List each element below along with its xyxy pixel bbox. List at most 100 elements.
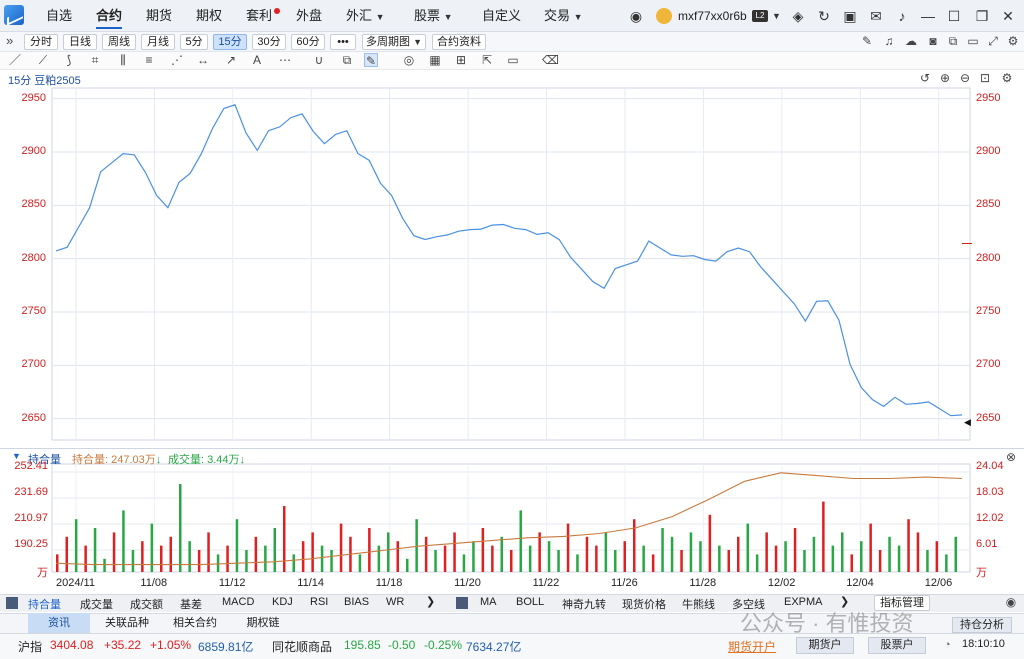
channel-tool-icon[interactable]: ⫼ xyxy=(116,53,130,67)
menu-qiquan[interactable]: 期权 xyxy=(196,0,222,32)
indicator-tab[interactable]: 持合量 xyxy=(28,596,61,612)
overlay-tab[interactable]: MA xyxy=(480,596,497,608)
period-button-2[interactable]: 周线 xyxy=(102,34,136,50)
menu-heyue[interactable]: 合约 xyxy=(96,0,123,32)
menu-jiaoyi[interactable]: 交易 ▼ xyxy=(544,0,583,32)
expand-icon[interactable]: » xyxy=(6,33,13,48)
period-button-4[interactable]: 5分 xyxy=(180,34,208,50)
period-button-1[interactable]: 日线 xyxy=(63,34,97,50)
volume-bar xyxy=(415,519,418,572)
settings-icon[interactable]: ⚙ xyxy=(1006,34,1020,48)
contract-info-button[interactable]: 合约资料 xyxy=(432,34,486,50)
menu-waihui[interactable]: 外汇 ▼ xyxy=(346,0,385,32)
overlay-tab[interactable]: BOLL xyxy=(516,596,544,608)
zoom-in-icon[interactable]: ⊕ xyxy=(938,71,952,85)
indicator-tab[interactable]: RSI xyxy=(310,596,328,608)
menu-qihuo[interactable]: 期货 xyxy=(146,0,172,32)
copy-icon[interactable]: ⧉ xyxy=(946,34,960,48)
footer-tab[interactable]: 相关合约 xyxy=(164,613,226,633)
chart-settings-icon[interactable]: ⚙ xyxy=(1000,71,1014,85)
account-name[interactable]: mxf77xx0r6b xyxy=(678,0,747,32)
fullscreen-icon[interactable]: ⤢ xyxy=(986,34,1000,48)
indicator-tab[interactable]: MACD xyxy=(222,596,254,608)
period-button-6[interactable]: 30分 xyxy=(252,34,286,50)
panel-close-icon[interactable]: ⊗ xyxy=(1004,450,1018,464)
period-button-7[interactable]: 60分 xyxy=(291,34,325,50)
polyline-tool-icon[interactable]: ⟆ xyxy=(62,53,76,67)
footer-tab[interactable]: 关联品种 xyxy=(96,613,158,633)
chevron-down-icon[interactable]: ▼ xyxy=(772,11,781,21)
measure-tool-icon[interactable]: ↔ xyxy=(196,53,210,67)
location-icon[interactable]: ◉ xyxy=(1004,595,1018,609)
window-icon[interactable]: ▭ xyxy=(966,34,980,48)
indicator-tab[interactable]: 成交额 xyxy=(130,596,163,612)
menu-zixuan[interactable]: 自选 xyxy=(46,0,72,32)
layers-icon[interactable]: ◈ xyxy=(790,8,806,24)
ray-tool-icon[interactable]: ⟋ xyxy=(36,53,50,67)
indicator-tab[interactable]: KDJ xyxy=(272,596,293,608)
arrow-tool-icon[interactable]: ↗ xyxy=(224,53,238,67)
indicator-tab[interactable]: 基差 xyxy=(180,596,202,612)
draw-mode-icon[interactable]: ✎ xyxy=(364,53,378,68)
period-button-0[interactable]: 分时 xyxy=(24,34,58,50)
pencil-icon[interactable]: ✎ xyxy=(860,34,874,48)
footer-tab[interactable]: 资讯 xyxy=(28,613,90,633)
fib-tool-icon[interactable]: ≡ xyxy=(142,53,156,67)
calendar-icon[interactable]: ▣ xyxy=(842,8,858,24)
period-button-3[interactable]: 月线 xyxy=(141,34,175,50)
line-tool-icon[interactable]: ／ xyxy=(8,53,22,67)
indicator-tab[interactable]: BIAS xyxy=(344,596,369,608)
close-icon[interactable]: ✕ xyxy=(1000,8,1016,24)
overlay-tab[interactable]: 神奇九转 xyxy=(562,596,606,612)
fan-tool-icon[interactable]: ⋰ xyxy=(170,53,184,67)
undo-icon[interactable]: ↺ xyxy=(918,71,932,85)
trash-icon[interactable]: ▦ xyxy=(428,53,442,67)
indicator-tab[interactable]: 成交量 xyxy=(80,596,113,612)
maximize-icon[interactable]: ☐ xyxy=(946,8,962,24)
index-name[interactable]: 沪指 xyxy=(18,638,42,655)
menu-zidingyi[interactable]: 自定义 xyxy=(482,0,521,32)
open-account-link[interactable]: 期货开户 xyxy=(728,638,776,655)
text-tool-icon[interactable]: A xyxy=(250,53,264,67)
overlay-list-icon[interactable] xyxy=(456,597,468,609)
restore-icon[interactable]: ❐ xyxy=(974,8,990,24)
indicator-tab[interactable]: WR xyxy=(386,596,404,608)
group-icon[interactable]: ⧉ xyxy=(340,53,354,67)
cloud-icon[interactable]: ☁ xyxy=(904,34,918,48)
magnet-icon[interactable]: ∪ xyxy=(312,53,326,67)
camera-icon[interactable]: ◙ xyxy=(926,34,940,48)
futures-user-button[interactable]: 期货户 xyxy=(796,637,854,654)
rect-tool-icon[interactable]: ⌗ xyxy=(88,53,102,67)
volume-tick-right: 万 xyxy=(976,567,987,579)
avatar[interactable] xyxy=(656,8,672,24)
refresh-icon[interactable]: ↻ xyxy=(816,8,832,24)
position-analysis-button[interactable]: 持仓分析 xyxy=(952,617,1012,633)
grid-icon[interactable]: ⊞ xyxy=(454,53,468,67)
eraser-icon[interactable]: ⌫ xyxy=(542,53,559,67)
comment-icon[interactable]: ▭ xyxy=(506,53,520,67)
board-name[interactable]: 同花顺商品 xyxy=(272,638,332,655)
export-icon[interactable]: ⇱ xyxy=(480,53,494,67)
price-chart[interactable] xyxy=(0,86,1024,594)
mail-icon[interactable]: ✉ xyxy=(868,8,884,24)
overlay-tab[interactable]: 现货价格 xyxy=(622,596,666,612)
eye-icon[interactable]: ◎ xyxy=(402,53,416,67)
alarm-icon[interactable]: ♫ xyxy=(882,34,896,48)
bell-icon[interactable]: ♪ xyxy=(894,8,910,24)
stock-user-button[interactable]: 股票户 xyxy=(868,637,926,654)
scroll-right-icon[interactable]: ❯ xyxy=(426,595,435,608)
overlay-tab[interactable]: 牛熊线 xyxy=(682,596,715,612)
zoom-out-icon[interactable]: ⊖ xyxy=(958,71,972,85)
indicator-list-icon[interactable] xyxy=(6,597,18,609)
more-button[interactable]: ••• xyxy=(330,34,356,50)
more-tools-icon[interactable]: ⋯ xyxy=(278,53,292,67)
multi-period-button[interactable]: 多周期图 ▼ xyxy=(362,34,426,50)
minimize-icon[interactable]: — xyxy=(920,8,936,24)
period-button-5[interactable]: 15分 xyxy=(213,34,247,50)
menu-waipan[interactable]: 外盘 xyxy=(296,0,322,32)
screenshot-icon[interactable]: ⊡ xyxy=(978,71,992,85)
menu-taoli[interactable]: 套利 xyxy=(246,0,280,32)
robot-icon[interactable]: ◉ xyxy=(628,8,644,24)
menu-gupiao[interactable]: 股票 ▼ xyxy=(414,0,453,32)
footer-tab[interactable]: 期权链 xyxy=(232,613,294,633)
